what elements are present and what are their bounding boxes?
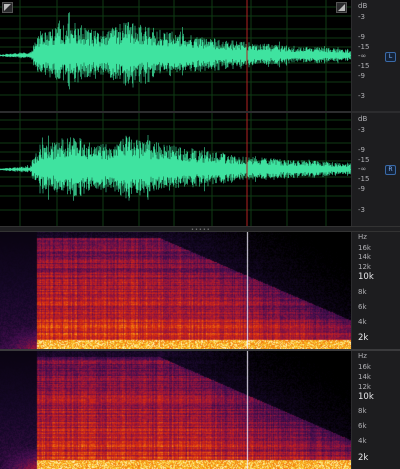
ruler-label: -15 — [358, 62, 370, 70]
channel-badge-right[interactable]: R — [385, 165, 396, 175]
ruler-label: 6k — [358, 303, 367, 311]
spectrogram-canvas-right — [0, 351, 351, 469]
ruler-label: 14k — [358, 253, 371, 261]
channel-badge-left[interactable]: L — [385, 52, 396, 62]
hz-ruler-left: Hz 16k 14k 12k 10k 8k 6k 4k 2k — [351, 232, 400, 349]
ruler-label: -15 — [358, 175, 370, 183]
ruler-label: Hz — [358, 233, 367, 241]
ruler-label: dB — [358, 115, 368, 123]
ruler-label: -9 — [358, 185, 365, 193]
spectrogram-canvas-left — [0, 232, 351, 349]
ruler-label: 14k — [358, 373, 371, 381]
ruler-label: -15 — [358, 156, 370, 164]
db-ruler-left: dB -3 -9 -15 -∞ -15 -9 -3 L — [351, 0, 400, 111]
waveform-channel-right[interactable]: dB -3 -9 -15 -∞ -15 -9 -3 R — [0, 113, 400, 226]
ruler-label: 16k — [358, 363, 371, 371]
waveform-trace — [0, 12, 351, 90]
ruler-label: 10k — [358, 272, 374, 282]
waveform-svg-left — [0, 0, 351, 111]
waveform-plot-right[interactable] — [0, 113, 351, 226]
ruler-label: -3 — [358, 92, 365, 100]
waveform-editor[interactable]: dB -3 -9 -15 -∞ -15 -9 -3 L dB -3 -9 -15… — [0, 0, 400, 226]
ruler-label: 12k — [358, 383, 371, 391]
ruler-label: -∞ — [358, 52, 367, 60]
ruler-label: -15 — [358, 43, 370, 51]
ruler-label: -9 — [358, 72, 365, 80]
ruler-label: 6k — [358, 422, 367, 430]
ruler-label: -9 — [358, 146, 365, 154]
ruler-label: dB — [358, 2, 368, 10]
ruler-label: 8k — [358, 407, 367, 415]
ruler-label: -∞ — [358, 165, 367, 173]
ruler-label: -9 — [358, 33, 365, 41]
spectrogram-channel-right[interactable]: Hz 16k 14k 12k 10k 8k 6k 4k 2k — [0, 351, 400, 469]
spectrogram-plot-left[interactable] — [0, 232, 351, 349]
ruler-label: Hz — [358, 352, 367, 360]
waveform-plot-left[interactable] — [0, 0, 351, 111]
ruler-label: 16k — [358, 244, 371, 252]
ruler-label: -3 — [358, 206, 365, 214]
spectrogram-editor[interactable]: Hz 16k 14k 12k 10k 8k 6k 4k 2k Hz 16k 14… — [0, 232, 400, 469]
waveform-trace — [0, 135, 351, 201]
waveform-channel-left[interactable]: dB -3 -9 -15 -∞ -15 -9 -3 L — [0, 0, 400, 111]
spectrogram-plot-right[interactable] — [0, 351, 351, 469]
waveform-svg-right — [0, 113, 351, 226]
ruler-label: 2k — [358, 453, 369, 463]
zoom-out-corner-icon[interactable] — [2, 2, 13, 13]
ruler-label: 2k — [358, 333, 369, 343]
ruler-label: 10k — [358, 392, 374, 402]
ruler-label: 12k — [358, 263, 371, 271]
ruler-label: 4k — [358, 437, 367, 445]
ruler-label: 4k — [358, 318, 367, 326]
ruler-label: 8k — [358, 288, 367, 296]
spectrogram-channel-left[interactable]: Hz 16k 14k 12k 10k 8k 6k 4k 2k — [0, 232, 400, 349]
ruler-label: -3 — [358, 126, 365, 134]
ruler-label: -3 — [358, 13, 365, 21]
hz-ruler-right: Hz 16k 14k 12k 10k 8k 6k 4k 2k — [351, 351, 400, 469]
zoom-in-corner-icon[interactable] — [336, 2, 347, 13]
db-ruler-right: dB -3 -9 -15 -∞ -15 -9 -3 R — [351, 113, 400, 226]
